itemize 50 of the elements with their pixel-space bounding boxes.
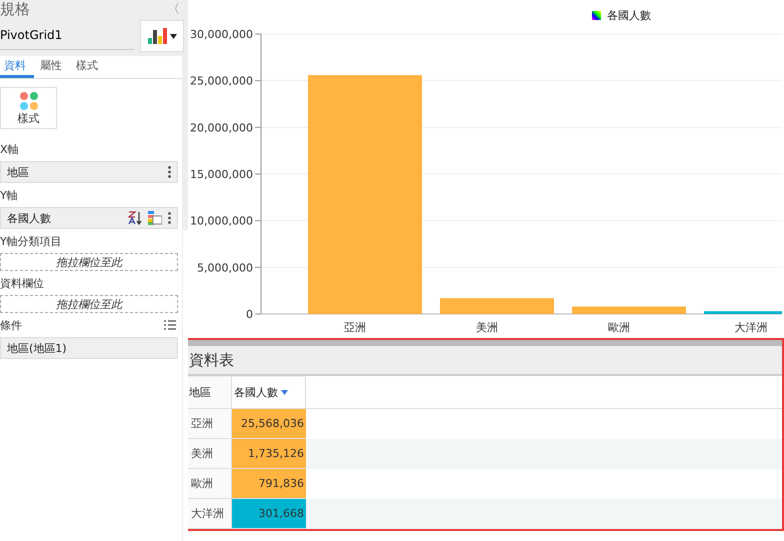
- caret-icon: [170, 34, 176, 38]
- section-label: Y軸: [0, 188, 19, 203]
- sort-icon[interactable]: [128, 211, 142, 225]
- section-label: Y軸分類項目: [0, 234, 63, 249]
- more-icon[interactable]: [168, 212, 171, 224]
- field-chip[interactable]: 各國人數: [0, 207, 178, 229]
- column-header[interactable]: 各國人數: [232, 376, 306, 409]
- bar-chart-icon: [148, 28, 168, 44]
- table-cell: 791,836: [232, 469, 306, 499]
- axis-label: 5,000,000: [197, 261, 253, 274]
- axis-label: 亞洲: [344, 321, 366, 334]
- row-header: 亞洲: [187, 409, 232, 439]
- tab[interactable]: 屬性: [36, 56, 70, 78]
- row-header: 歐洲: [187, 469, 232, 499]
- format-icon[interactable]: [148, 211, 162, 225]
- table-title: 資料表: [189, 350, 234, 370]
- axis-label: 20,000,000: [190, 121, 253, 134]
- tab[interactable]: 資料: [0, 56, 34, 78]
- style-button[interactable]: 樣式: [0, 87, 57, 129]
- chart-type-button[interactable]: [140, 20, 184, 52]
- axis-label: 25,000,000: [190, 74, 253, 88]
- caret-icon: [281, 390, 288, 395]
- table-cell: 25,568,036: [232, 409, 306, 439]
- axis-label: 30,000,000: [190, 28, 253, 41]
- axis-label: 10,000,000: [190, 214, 253, 228]
- drop-zone[interactable]: 拖拉欄位至此: [0, 295, 178, 313]
- table-cell: 301,668: [232, 499, 306, 529]
- legend-label: 各國人數: [607, 8, 651, 23]
- axis-label: 大洋洲: [734, 321, 768, 334]
- panel-title: 規格: [0, 0, 30, 18]
- axis-label: 美洲: [476, 321, 498, 334]
- axis-label: 0: [246, 308, 253, 321]
- axis-label: 15,000,000: [190, 168, 253, 181]
- row-header: 美洲: [187, 439, 232, 469]
- section-label: 條件: [0, 318, 22, 333]
- palette-icon: [18, 90, 38, 110]
- column-header[interactable]: 地區: [187, 376, 232, 409]
- row-header: 大洋洲: [187, 499, 232, 529]
- name-field[interactable]: PivotGrid1: [0, 22, 134, 50]
- section-label: 資料欄位: [0, 276, 45, 291]
- legend-swatch-icon: [592, 11, 601, 20]
- list-icon[interactable]: [164, 320, 176, 330]
- axis-label: 歐洲: [608, 321, 630, 334]
- field-chip[interactable]: 地區: [0, 161, 178, 183]
- drop-zone[interactable]: 拖拉欄位至此: [0, 253, 178, 271]
- table-cell: 1,735,126: [232, 439, 306, 469]
- more-icon[interactable]: [168, 166, 171, 178]
- section-label: X軸: [0, 142, 20, 157]
- tab[interactable]: 樣式: [72, 56, 106, 78]
- filter-chip[interactable]: 地區(地區1): [0, 337, 178, 359]
